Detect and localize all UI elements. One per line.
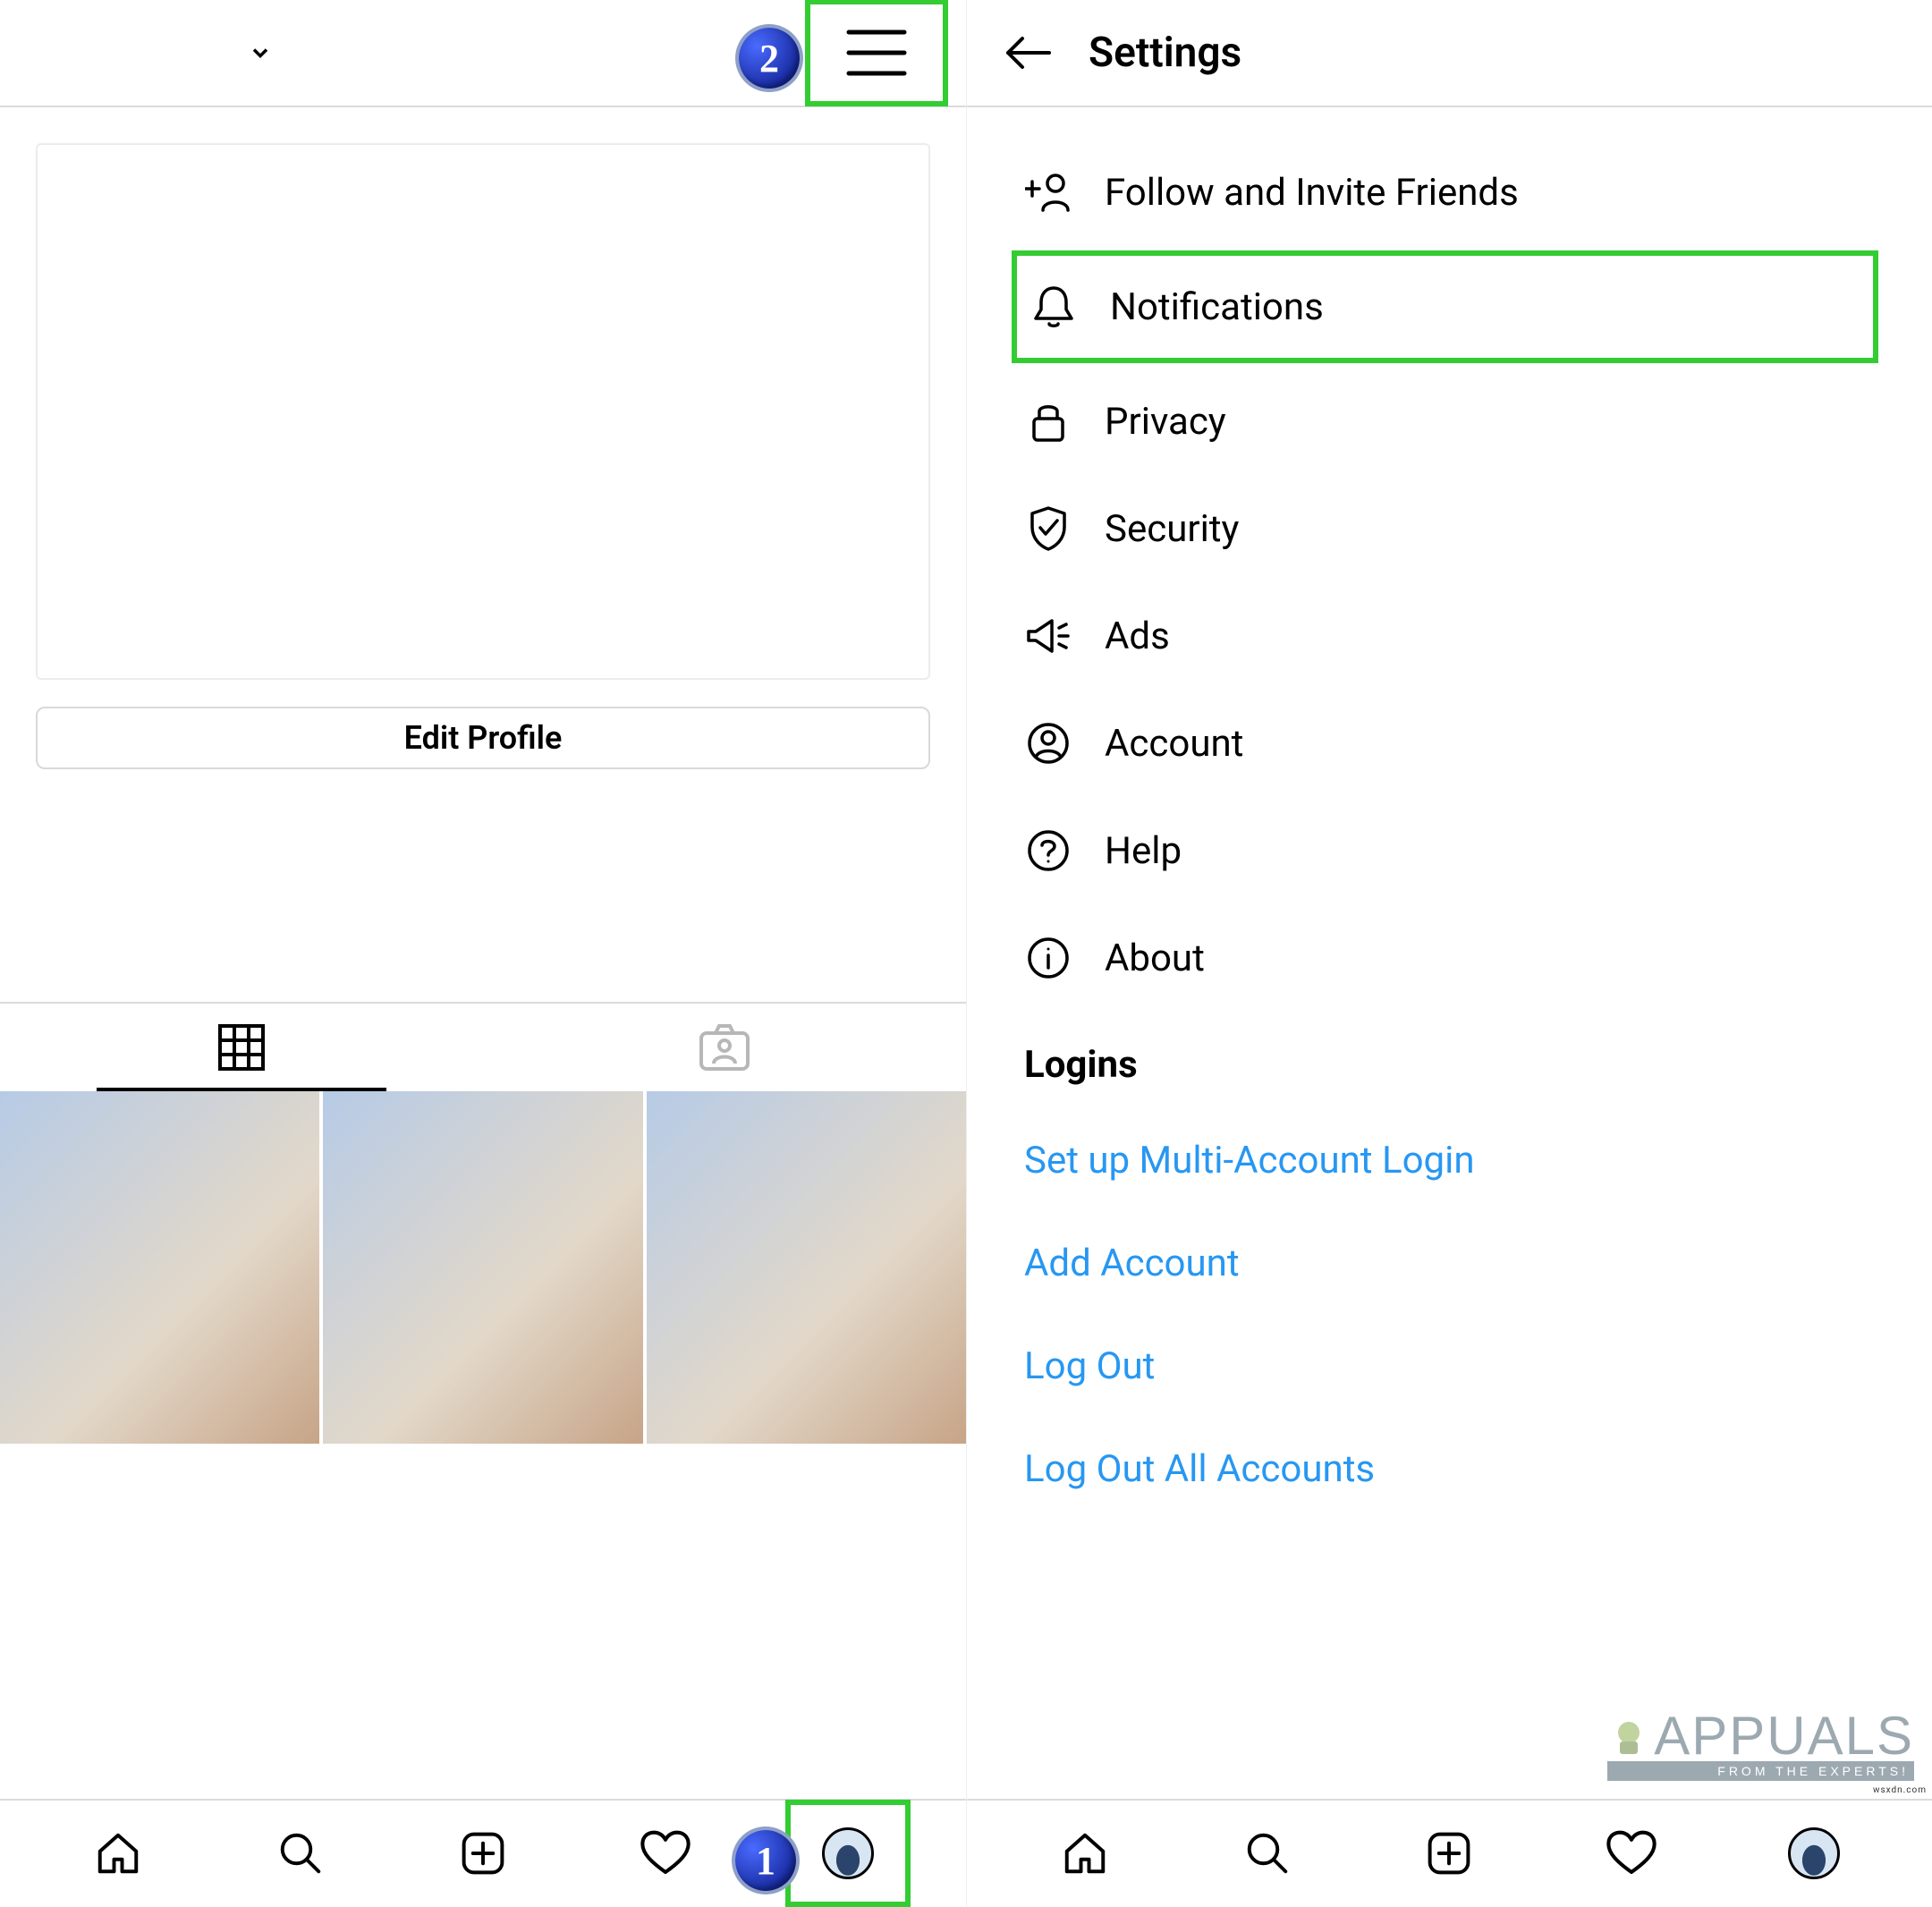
back-button[interactable] (1003, 33, 1053, 72)
nav-activity[interactable] (574, 1801, 757, 1906)
settings-item-label: Ads (1105, 614, 1170, 658)
annotation-badge-2: 2 (739, 28, 800, 89)
bell-icon (1030, 284, 1078, 329)
arrow-left-icon (1003, 33, 1053, 72)
link-add-account[interactable]: Add Account (1012, 1216, 1878, 1310)
edit-profile-label: Edit Profile (404, 719, 563, 757)
nav-search[interactable] (1176, 1801, 1359, 1906)
search-icon (1243, 1829, 1292, 1877)
settings-item-security[interactable]: Security (1012, 479, 1878, 578)
settings-item-help[interactable]: Help (1012, 801, 1878, 900)
settings-item-label: About (1105, 937, 1205, 980)
profile-header: ████████ 2 (0, 0, 966, 107)
settings-item-label: Account (1105, 722, 1243, 766)
posts-grid (0, 1091, 966, 1799)
post-thumbnail[interactable] (647, 1447, 966, 1800)
settings-list: Follow and Invite Friends Notifications … (967, 107, 1932, 1799)
megaphone-icon (1024, 617, 1072, 655)
username-label: ████████ (36, 32, 239, 74)
nav-home[interactable] (27, 1801, 209, 1906)
username-switcher[interactable]: ████████ (36, 32, 273, 74)
home-icon (1061, 1829, 1109, 1877)
chevron-down-icon (248, 40, 273, 65)
bottom-nav-left: 1 (0, 1799, 966, 1906)
settings-item-follow-invite[interactable]: Follow and Invite Friends (1012, 143, 1878, 242)
hamburger-menu-button[interactable]: 2 (805, 0, 948, 106)
post-thumbnail[interactable] (323, 1091, 642, 1444)
link-log-out[interactable]: Log Out (1012, 1319, 1878, 1413)
link-multi-account-login[interactable]: Set up Multi-Account Login (1012, 1114, 1878, 1208)
tab-tagged[interactable] (483, 1004, 966, 1091)
help-icon (1024, 829, 1072, 872)
post-thumbnail[interactable] (0, 1447, 319, 1800)
heart-icon (1606, 1830, 1657, 1877)
settings-item-label: Security (1105, 507, 1239, 551)
post-thumbnail[interactable] (323, 1447, 642, 1800)
shield-icon (1024, 505, 1072, 552)
profile-body: Edit Profile (0, 107, 966, 1799)
hamburger-icon (845, 29, 908, 77)
settings-item-privacy[interactable]: Privacy (1012, 372, 1878, 470)
profile-info-block (36, 143, 930, 680)
settings-item-ads[interactable]: Ads (1012, 587, 1878, 685)
profile-tab-highlight: 1 (785, 1800, 911, 1907)
invite-friends-icon (1024, 173, 1072, 212)
settings-header: Settings (967, 0, 1932, 107)
settings-item-about[interactable]: About (1012, 909, 1878, 1007)
post-thumbnail[interactable] (0, 1091, 319, 1444)
settings-item-label: Follow and Invite Friends (1105, 171, 1519, 215)
settings-item-label: Help (1105, 829, 1182, 873)
nav-profile[interactable] (1723, 1801, 1905, 1906)
settings-screen: Settings Follow and Invite Friends Notif… (966, 0, 1932, 1906)
lock-icon (1024, 399, 1072, 444)
post-thumbnail[interactable] (647, 1091, 966, 1444)
avatar-icon (822, 1827, 874, 1879)
info-icon (1024, 937, 1072, 979)
nav-home[interactable] (994, 1801, 1176, 1906)
home-icon (94, 1829, 142, 1877)
nav-create[interactable] (1359, 1801, 1541, 1906)
nav-profile[interactable]: 1 (757, 1801, 939, 1906)
search-icon (276, 1829, 325, 1877)
plus-square-icon (1425, 1829, 1473, 1877)
settings-item-notifications[interactable]: Notifications (1012, 250, 1878, 363)
settings-item-label: Notifications (1110, 285, 1324, 329)
settings-title: Settings (1089, 29, 1241, 77)
link-log-out-all[interactable]: Log Out All Accounts (1012, 1422, 1878, 1516)
account-icon (1024, 722, 1072, 765)
logins-heading: Logins (1012, 1016, 1878, 1105)
tagged-icon (698, 1022, 751, 1072)
grid-icon (217, 1023, 266, 1072)
bottom-nav-right (967, 1799, 1932, 1906)
avatar-icon (1788, 1827, 1840, 1879)
settings-item-label: Privacy (1105, 400, 1226, 444)
nav-activity[interactable] (1540, 1801, 1723, 1906)
tab-grid[interactable] (0, 1004, 483, 1091)
profile-screen: ████████ 2 Edit Profile (0, 0, 966, 1906)
heart-icon (640, 1830, 691, 1877)
nav-create[interactable] (392, 1801, 574, 1906)
edit-profile-button[interactable]: Edit Profile (36, 707, 930, 769)
watermark-credit: wsxdn.com (1873, 1785, 1927, 1795)
profile-tabs (0, 1002, 966, 1091)
settings-item-account[interactable]: Account (1012, 694, 1878, 792)
nav-search[interactable] (209, 1801, 392, 1906)
plus-square-icon (459, 1829, 507, 1877)
annotation-badge-1: 1 (735, 1830, 796, 1891)
